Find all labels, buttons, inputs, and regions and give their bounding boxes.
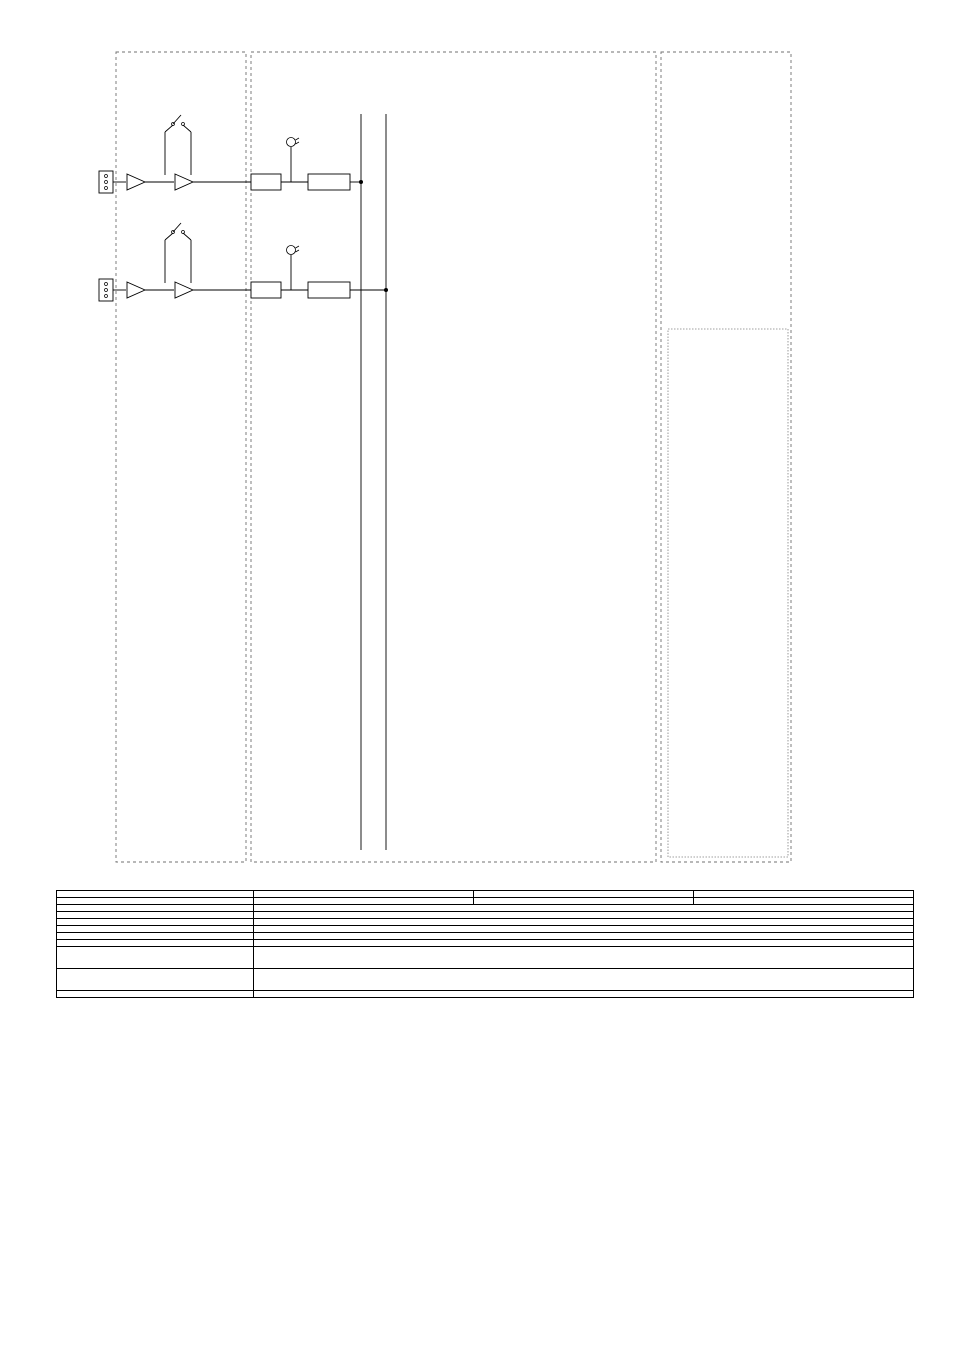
table-row [57, 905, 914, 912]
input2-pad-switch-icon [172, 223, 185, 234]
table-row [57, 991, 914, 998]
spec-header-cu [694, 891, 914, 898]
input1-signal-led-icon [287, 138, 300, 147]
table-row [57, 919, 914, 926]
input1-connector-icon [99, 171, 113, 193]
specifications-table [56, 890, 914, 998]
input1-eba-amp-icon [127, 174, 145, 190]
table-row [57, 933, 914, 940]
spec-header-version [57, 891, 254, 898]
table-row [57, 912, 914, 919]
input2-signal-led-icon [287, 246, 300, 255]
input2-pad-amp-icon [175, 282, 193, 298]
spec-header-ce-gb [254, 891, 474, 898]
table-row [57, 969, 914, 991]
spec-header-ce-au [474, 891, 694, 898]
table-row [57, 947, 914, 969]
input2-eba-amp-icon [127, 282, 145, 298]
input1-pad-amp-icon [175, 174, 193, 190]
input2-connector-icon [99, 279, 113, 301]
table-row [57, 898, 914, 905]
table-row [57, 940, 914, 947]
block-diagram [56, 32, 876, 872]
input1-pad-switch-icon [172, 115, 185, 126]
table-row [57, 926, 914, 933]
